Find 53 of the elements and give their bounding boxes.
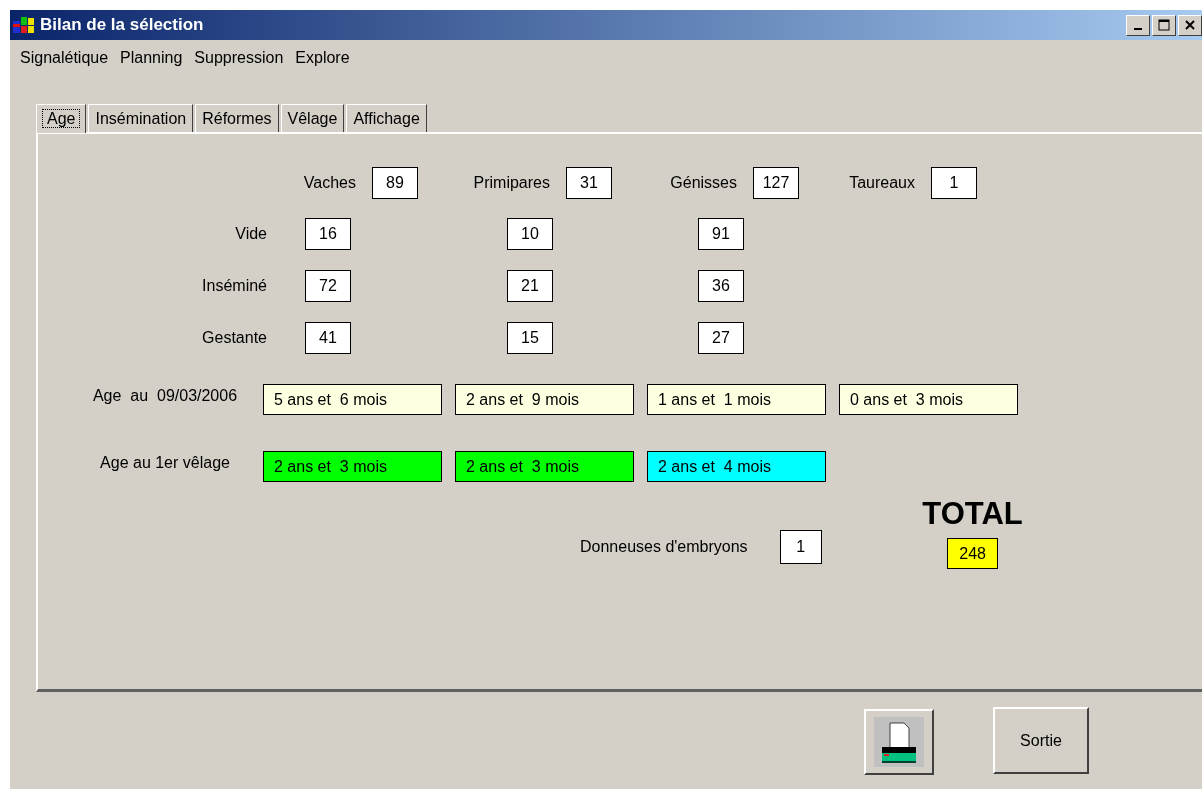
age-field: 5 ans et 6 mois [263, 384, 442, 415]
menu-item[interactable]: Signalétique [18, 46, 119, 70]
tab[interactable]: Vêlage [280, 104, 345, 132]
menu-item[interactable]: Suppression [192, 46, 294, 70]
minimize-icon [1134, 28, 1142, 30]
age-field: 2 ans et 3 mois [263, 451, 442, 482]
count-field: 1 [931, 167, 977, 199]
count-field: 16 [305, 218, 351, 250]
count-field: 27 [698, 322, 744, 354]
row-label: Age au 1er vêlage [99, 452, 231, 473]
category-label: Vaches [303, 173, 356, 193]
count-field: 72 [305, 270, 351, 302]
row-label: Vide [234, 224, 267, 244]
total-count: 248 [947, 538, 999, 569]
tab[interactable]: Insémination [88, 104, 194, 132]
tab[interactable]: Age [36, 104, 87, 133]
donors-label: Donneuses d'embryons [580, 537, 748, 557]
age-field: 2 ans et 4 mois [647, 451, 826, 482]
print-button[interactable] [864, 709, 934, 775]
app-icon [12, 15, 36, 35]
age-field: 2 ans et 3 mois [455, 451, 634, 482]
window-title: Bilan de la sélection [40, 14, 204, 37]
age-field: 2 ans et 9 mois [455, 384, 634, 415]
count-field: 41 [305, 322, 351, 354]
exit-button[interactable]: Sortie [993, 707, 1089, 774]
count-field: 10 [507, 218, 553, 250]
row-label: Inséminé [201, 276, 267, 296]
row-label: Age au 09/03/2006 [91, 385, 239, 406]
count-field: 127 [753, 167, 799, 199]
total-label: TOTAL [922, 499, 1023, 529]
count-field: 91 [698, 218, 744, 250]
count-field: 36 [698, 270, 744, 302]
printer-icon [874, 717, 924, 767]
maximize-button[interactable] [1152, 14, 1176, 36]
age-field: 0 ans et 3 mois [839, 384, 1018, 415]
menu-item[interactable]: Explore [293, 46, 360, 70]
tab[interactable]: Affichage [346, 104, 427, 132]
category-label: Primipares [473, 173, 550, 193]
category-label: Taureaux [849, 173, 915, 193]
close-icon [1185, 20, 1195, 30]
menu-item[interactable]: Planning [118, 46, 193, 70]
row-label: Gestante [201, 328, 267, 348]
count-field: 21 [507, 270, 553, 302]
count-field: 31 [566, 167, 612, 199]
minimize-button[interactable] [1126, 14, 1150, 36]
close-button[interactable] [1178, 14, 1202, 36]
maximize-icon [1158, 19, 1170, 31]
age-field: 1 ans et 1 mois [647, 384, 826, 415]
count-field: 89 [372, 167, 418, 199]
count-field: 15 [507, 322, 553, 354]
category-label: Génisses [670, 173, 737, 193]
donors-count: 1 [779, 530, 822, 564]
tab[interactable]: Réformes [195, 104, 279, 132]
